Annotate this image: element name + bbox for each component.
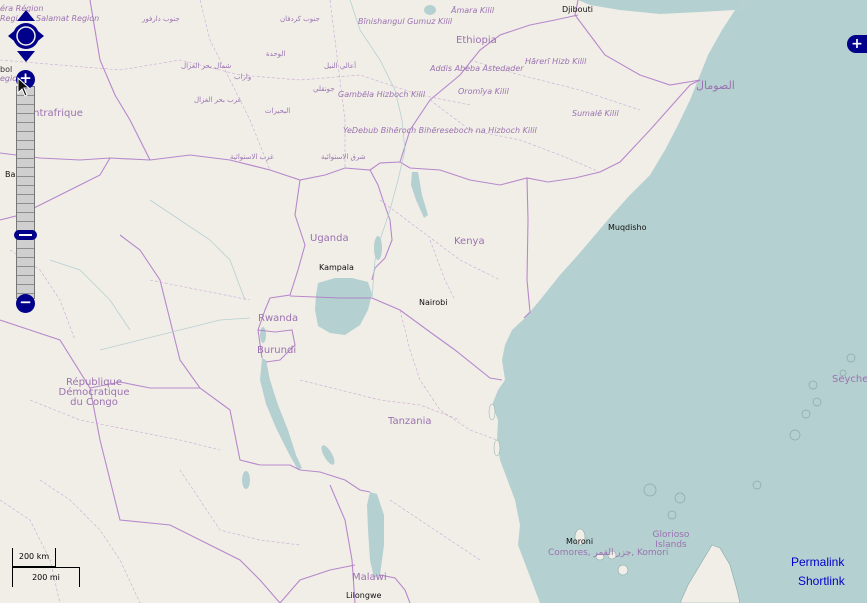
country-comores: Comores, جزر القمر, Komori <box>548 548 669 558</box>
mouse-cursor-icon <box>17 77 31 97</box>
pemba-island <box>488 403 496 421</box>
region-ar-northern-bahr: شمال بحر الغزال <box>181 62 232 70</box>
scale-mi: 200 mi <box>12 567 80 587</box>
scale-km: 200 km <box>12 548 56 567</box>
permalink-link[interactable]: Permalink <box>791 555 844 569</box>
region-ar-warrap: واراب <box>234 73 252 81</box>
zanzibar-island <box>493 439 501 457</box>
shortlink-link[interactable]: Shortlink <box>798 574 845 588</box>
scale-bar: 200 km 200 mi <box>10 548 82 590</box>
region-ar-jonglei: جونقلي <box>313 85 335 93</box>
city-kampala: Kampala <box>319 263 354 272</box>
region-sumale: Sumalē Kilil <box>572 109 619 118</box>
region-ar-western-equatoria: غرب الاستوائية <box>230 153 274 161</box>
country-burundi: Burundi <box>257 345 297 356</box>
city-moroni: Moroni <box>566 537 594 546</box>
pan-up-icon[interactable] <box>17 10 35 21</box>
region-hareri: Hārerī Hizb Kilil <box>525 57 587 66</box>
country-ethiopia: Ethiopia <box>456 35 497 46</box>
lake-mweru <box>242 471 250 489</box>
pan-control[interactable] <box>8 10 44 62</box>
region-ar-western-bahr: غرب بحر الغزال <box>194 96 242 104</box>
lake-turkana <box>411 172 428 218</box>
lake-victoria <box>315 278 372 335</box>
country-seychelles: Seyche <box>832 374 867 385</box>
region-amara: Āmara Kilil <box>451 6 495 15</box>
region-yedebub: YeDebub Bihēroch Bihēreseboch na Hizboch… <box>343 126 537 135</box>
indian-ocean <box>492 0 867 603</box>
country-malawi: Malawi <box>352 572 387 583</box>
lake-malawi <box>367 492 384 578</box>
region-salamat: Salamat Region <box>36 14 100 23</box>
country-uganda: Uganda <box>310 233 349 244</box>
country-glorioso: Glorioso Islands <box>652 530 690 550</box>
country-somalia: الصومال <box>696 79 735 92</box>
country-drc: République Démocratique du Congo <box>58 377 130 408</box>
city-regio: egio <box>0 74 18 83</box>
city-lilongwe: Lilongwe <box>346 591 382 600</box>
mayotte <box>617 564 629 576</box>
lake-tana <box>424 5 436 15</box>
zoom-slider-track[interactable] <box>16 86 35 299</box>
country-rwanda: Rwanda <box>258 313 299 324</box>
region-gambela: Gambēla Hizboch Kilil <box>338 90 426 99</box>
region-oromiya: Oromīya Kilil <box>458 87 509 96</box>
city-muqdisho: Muqdisho <box>608 223 647 232</box>
city-nairobi: Nairobi <box>419 298 448 307</box>
zoom-slider-handle[interactable] <box>14 230 37 240</box>
region-ar-lakes: البحيرات <box>265 107 291 115</box>
zoom-out-button[interactable]: − <box>16 294 35 313</box>
lake-tanganyika <box>260 358 302 470</box>
region-ar-unity: الوحدة <box>266 50 286 58</box>
city-djibouti: Djibouti <box>562 5 594 14</box>
region-addis: Addis Abeba Astedader <box>430 64 524 73</box>
lake-rukwa <box>321 445 335 465</box>
region-ar-south-darfur: جنوب دارفور <box>142 15 180 23</box>
country-kenya: Kenya <box>454 236 485 247</box>
lake-kivu <box>260 327 266 343</box>
city-bol: bol <box>0 65 13 74</box>
region-benishangul: Bīnishangul Gumuz Kilil <box>358 17 453 26</box>
pan-down-icon[interactable] <box>17 51 35 62</box>
country-tanzania: Tanzania <box>388 416 432 427</box>
gulf-of-aden <box>578 0 745 14</box>
region-ar-south-kordofan: جنوب كردفان <box>280 15 320 23</box>
region-ar-upper-nile: أعالي النيل <box>324 62 357 70</box>
region-ar-eastern-equatoria: شرق الاستوائية <box>321 153 366 161</box>
layer-switcher-button[interactable]: + <box>847 35 867 53</box>
